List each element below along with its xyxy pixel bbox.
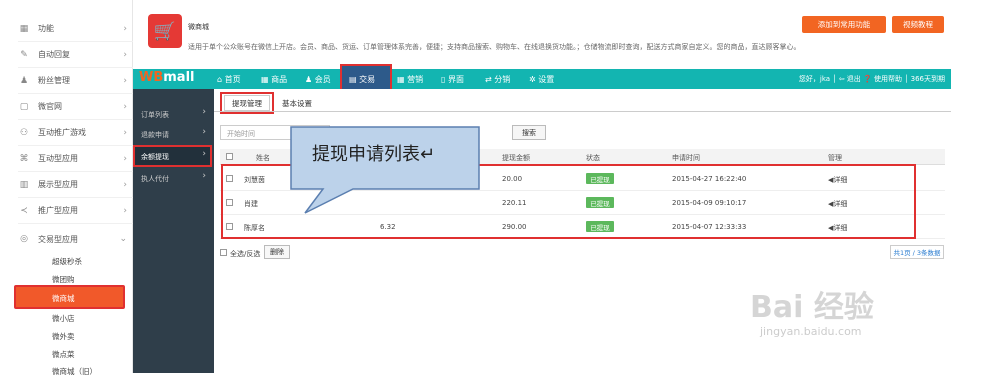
chevron-right-icon: › <box>123 23 127 34</box>
trade-submenu: 订单列表 › 退款申请 › 余额提现 › 执人代付 › <box>133 89 214 373</box>
grid-icon: ▦ <box>397 75 408 84</box>
chevron-right-icon: › <box>202 107 206 117</box>
chevron-right-icon: › <box>123 101 127 112</box>
trade-icon: ◎ <box>20 234 28 244</box>
tab-divider <box>214 111 951 112</box>
chevron-right-icon: › <box>123 75 127 86</box>
chevron-right-icon: › <box>202 127 206 137</box>
shuffle-icon: ⇄ <box>485 75 495 84</box>
submenu-order-list[interactable]: 订单列表 <box>141 110 169 120</box>
nav-distribution[interactable]: ⇄ 分销 <box>485 74 510 85</box>
tab-withdraw-manage[interactable]: 提现管理 <box>224 95 270 111</box>
callout-text: 提现申请列表↵ <box>312 144 436 165</box>
chevron-right-icon: › <box>123 205 127 216</box>
app-header-card: 🛒 微商城 适用于单个公众账号在微信上开店。会员、商品、货运、订单管理体系完善，… <box>140 10 946 60</box>
sidebar-item-promo[interactable]: ≺ 推广型应用 › <box>18 198 133 224</box>
callout-bubble <box>290 126 480 214</box>
user-icon: ♟ <box>305 75 315 84</box>
sidebar-item-games[interactable]: ⚇ 互动推广游戏 › <box>18 120 133 146</box>
delete-button[interactable]: 删除 <box>264 245 290 259</box>
nav-home[interactable]: ⌂ 首页 <box>217 74 241 85</box>
reply-icon: ✎ <box>20 49 28 60</box>
gear-icon: ✲ <box>529 75 539 84</box>
search-button[interactable]: 搜索 <box>512 125 546 140</box>
nav-marketing[interactable]: ▦ 营销 <box>397 74 423 85</box>
chevron-right-icon: › <box>123 49 127 60</box>
sidebar-item-display[interactable]: ▥ 展示型应用 › <box>18 172 133 198</box>
submenu-proxy-pay[interactable]: 执人代付 <box>141 174 169 184</box>
chevron-down-icon: ⌄ <box>119 234 127 244</box>
sidebar-sub-micro-shop[interactable]: 微小店 <box>52 313 75 324</box>
nav-members[interactable]: ♟ 会员 <box>305 74 331 85</box>
baidu-watermark: Bai 经验 <box>750 290 874 325</box>
th-status: 状态 <box>586 154 600 162</box>
sidebar-item-features[interactable]: ▦ 功能 › <box>18 16 133 42</box>
sidebar-item-label: 功能 <box>38 24 54 33</box>
nav-trade[interactable]: ▤ 交易 <box>349 74 375 85</box>
chevron-right-icon: › <box>202 171 206 181</box>
sidebar-item-label: 微官网 <box>38 102 62 111</box>
sidebar-item-fans[interactable]: ♟ 粉丝管理 › <box>18 68 133 94</box>
sidebar-sub-order-food[interactable]: 微点菜 <box>52 349 75 360</box>
sidebar-item-label: 粉丝管理 <box>38 76 70 85</box>
top-navbar: WBmall ⌂ 首页 ▦ 商品 ♟ 会员 ▤ 交易 ▦ 营销 ▯ 界面 ⇄ 分… <box>133 64 951 94</box>
list-icon: ▤ <box>349 75 360 84</box>
add-to-favorites-button[interactable]: 添加到常用功能 <box>802 16 886 33</box>
sidebar-item-label: 展示型应用 <box>38 180 78 189</box>
sidebar-item-label: 互动型应用 <box>38 154 78 163</box>
header-checkbox[interactable] <box>226 153 233 160</box>
th-time: 申请时间 <box>672 154 700 162</box>
sidebar-sub-takeout[interactable]: 微外卖 <box>52 331 75 342</box>
app-sidebar: ▦ 功能 › ✎ 自动回复 › ♟ 粉丝管理 › ▢ 微官网 › ⚇ 互动推广游… <box>0 0 133 376</box>
nav-products[interactable]: ▦ 商品 <box>261 74 287 85</box>
sidebar-item-label: 自动回复 <box>38 50 70 59</box>
share-icon: ≺ <box>20 205 28 216</box>
nav-interface[interactable]: ▯ 界面 <box>441 74 464 85</box>
tab-basic-settings[interactable]: 基本设置 <box>274 95 320 111</box>
grid-icon: ▦ <box>19 23 29 34</box>
chevron-right-icon: › <box>202 149 206 159</box>
sidebar-item-label: 交易型应用 <box>38 234 78 244</box>
th-amount: 提现金额 <box>502 154 530 162</box>
submenu-withdrawal[interactable]: 余额提现 <box>141 152 169 162</box>
submenu-refunds[interactable]: 退款申请 <box>141 130 169 140</box>
app-title: 微商城 <box>188 23 209 31</box>
video-tutorial-button[interactable]: 视频教程 <box>892 16 944 33</box>
cmd-icon: ⌘ <box>19 153 29 164</box>
sidebar-item-auto-reply[interactable]: ✎ 自动回复 › <box>18 42 133 68</box>
book-icon: ▥ <box>19 179 29 190</box>
grid-icon: ▦ <box>261 75 272 84</box>
chevron-right-icon: › <box>123 127 127 138</box>
chevron-right-icon: › <box>123 179 127 190</box>
page-icon: ▢ <box>19 101 29 112</box>
gamepad-icon: ⚇ <box>19 127 29 138</box>
sidebar-item-interactive[interactable]: ⌘ 互动型应用 › <box>18 146 133 172</box>
sidebar-item-trade[interactable]: ◎ 交易型应用 ⌄ <box>18 226 133 252</box>
select-all-checkbox[interactable] <box>220 249 227 256</box>
th-name: 姓名 <box>256 154 270 162</box>
sidebar-sub-old-mall[interactable]: 微商城（旧） <box>52 366 97 377</box>
wbmall-logo: WBmall <box>139 70 195 85</box>
cart-icon: 🛒 <box>148 14 182 48</box>
sidebar-sub-label: 微商城 <box>52 294 75 303</box>
th-manage: 管理 <box>828 154 842 162</box>
nav-settings[interactable]: ✲ 设置 <box>529 74 554 85</box>
chevron-right-icon: › <box>123 153 127 164</box>
select-all-label: 全选/反选 <box>230 250 261 258</box>
nav-user-info[interactable]: 您好，jka │ ⇦ 退出 ❓ 使用帮助 │ 366天到期 <box>799 74 945 84</box>
app-description: 适用于单个公众账号在微信上开店。会员、商品、货运、订单管理体系完善，便捷；支持商… <box>188 43 801 51</box>
phone-icon: ▯ <box>441 75 448 84</box>
sidebar-item-label: 互动推广游戏 <box>38 128 86 137</box>
sidebar-sub-flash-sale[interactable]: 超级秒杀 <box>52 256 82 267</box>
baidu-watermark-url: jingyan.baidu.com <box>760 325 862 338</box>
sidebar-sub-group-buy[interactable]: 微团购 <box>52 274 75 285</box>
sidebar-sub-micro-mall-active[interactable]: 微商城 <box>14 285 125 309</box>
sidebar-item-label: 推广型应用 <box>38 206 78 215</box>
pagination-info[interactable]: 共1页 / 3条数据 <box>890 245 944 259</box>
fans-icon: ♟ <box>19 75 29 86</box>
home-icon: ⌂ <box>217 75 225 84</box>
sidebar-item-micro-site[interactable]: ▢ 微官网 › <box>18 94 133 120</box>
